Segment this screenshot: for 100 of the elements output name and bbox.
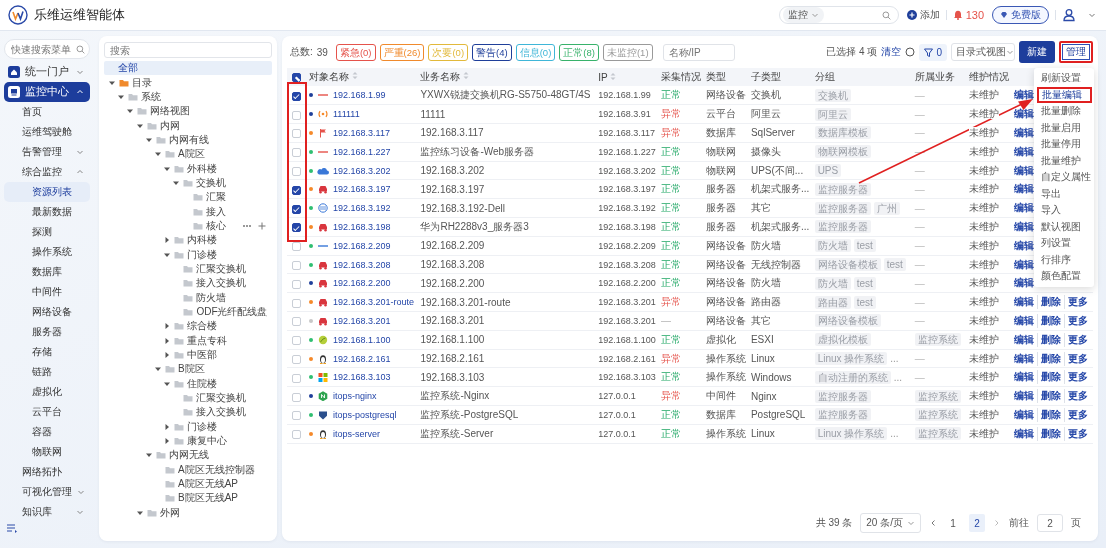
object-name-link[interactable]: 192.168.3.117 xyxy=(333,128,390,138)
edit-link[interactable]: 编辑 xyxy=(1014,332,1037,347)
edit-link[interactable]: 编辑 xyxy=(1014,238,1037,253)
tree-search-field[interactable]: 搜索 xyxy=(104,42,272,58)
row-checkbox[interactable] xyxy=(292,185,301,195)
delete-link[interactable]: 删除 xyxy=(1037,407,1064,422)
tree-node[interactable]: 接入交换机 xyxy=(104,276,272,291)
nav-item[interactable]: 资源列表 xyxy=(4,182,90,202)
delete-link[interactable]: 删除 xyxy=(1037,351,1064,366)
more-link[interactable]: 更多 xyxy=(1064,407,1091,422)
delete-link[interactable]: 删除 xyxy=(1037,295,1064,310)
nav-item[interactable]: 可视化管理 xyxy=(4,482,90,502)
edit-link[interactable]: 编辑 xyxy=(1014,407,1037,422)
next-page-button[interactable] xyxy=(993,519,1001,527)
tree-node[interactable]: A院区 xyxy=(104,147,272,162)
filter-chip[interactable]: 警告(4) xyxy=(472,43,512,61)
edit-link[interactable]: 编辑 xyxy=(1014,126,1037,140)
object-name-link[interactable]: 192.168.2.200 xyxy=(333,278,391,289)
tree-node[interactable]: 防火墙 xyxy=(104,290,272,305)
tree-node[interactable]: 汇聚交换机 xyxy=(104,261,272,277)
nav-item[interactable]: 中间件 xyxy=(4,282,90,302)
manage-button[interactable]: 管理 xyxy=(1059,41,1093,63)
sort-icon[interactable] xyxy=(610,71,617,81)
nav-item[interactable]: 最新数据 xyxy=(4,202,90,222)
nav-item[interactable]: 探测 xyxy=(4,222,90,242)
edit-link[interactable]: 编辑 xyxy=(1014,163,1037,178)
alarm-button[interactable]: 130 xyxy=(952,9,984,21)
delete-link[interactable]: 删除 xyxy=(1037,389,1064,404)
tree-node[interactable]: 门诊楼 xyxy=(104,247,272,262)
tree-node[interactable]: 门诊楼 xyxy=(104,419,272,434)
nav-item[interactable]: 服务器 xyxy=(4,322,90,342)
more-link[interactable]: 更多 xyxy=(1064,332,1091,347)
edit-link[interactable]: 编辑 xyxy=(1014,257,1037,272)
nav-item[interactable]: 首页 xyxy=(4,102,90,122)
sort-icon[interactable] xyxy=(351,71,358,80)
page-size-select[interactable]: 20 条/页 xyxy=(860,513,921,533)
circle-icon[interactable] xyxy=(905,47,916,57)
menu-item[interactable]: 默认视图 xyxy=(1034,218,1094,235)
tree-node[interactable]: ODF光纤配线盘 xyxy=(104,304,272,320)
tree-node[interactable]: 系统 xyxy=(104,89,272,105)
user-menu-button[interactable] xyxy=(1062,8,1096,22)
object-name-link[interactable]: 192.168.2.161 xyxy=(333,353,391,364)
select-all-checkbox[interactable] xyxy=(292,73,301,83)
edition-badge[interactable]: 免费版 xyxy=(992,6,1049,24)
nav-item[interactable]: 链路 xyxy=(4,362,90,382)
menu-item[interactable]: 批量维护 xyxy=(1034,152,1094,169)
delete-link[interactable]: 删除 xyxy=(1037,426,1064,441)
edit-link[interactable]: 编辑 xyxy=(1014,313,1037,328)
more-link[interactable]: 更多 xyxy=(1064,295,1091,310)
object-name-link[interactable]: 192.168.3.198 xyxy=(333,221,391,232)
object-name-link[interactable]: 192.168.1.100 xyxy=(333,334,391,345)
tree-node[interactable]: 内科楼 xyxy=(104,233,272,248)
name-ip-search-field[interactable]: 名称/IP xyxy=(662,43,735,61)
edit-link[interactable]: 编辑 xyxy=(1014,201,1037,216)
nav-item[interactable]: 物联网 xyxy=(4,442,90,462)
tree-node[interactable]: 内网有线 xyxy=(104,132,272,148)
menu-item[interactable]: 导出 xyxy=(1034,185,1094,202)
menu-item[interactable]: 批量编辑 xyxy=(1037,86,1092,103)
tree-node[interactable]: 中医部 xyxy=(104,347,272,363)
object-name-link[interactable]: 111111 xyxy=(333,109,360,120)
object-name-link[interactable]: itops-nginx xyxy=(333,391,377,402)
nav-item[interactable]: 云平台 xyxy=(4,402,90,422)
tree-node[interactable]: 汇聚 xyxy=(104,190,272,205)
row-checkbox[interactable] xyxy=(292,91,301,101)
nav-item[interactable]: 监控中心 xyxy=(4,82,90,102)
filter-button[interactable]: 0 xyxy=(919,43,947,61)
object-name-link[interactable]: itops-postgresql xyxy=(333,409,397,420)
object-name-link[interactable]: 192.168.3.201 xyxy=(333,315,391,326)
menu-item[interactable]: 列设置 xyxy=(1034,235,1094,252)
nav-item[interactable]: 容器 xyxy=(4,422,90,442)
edit-link[interactable]: 编辑 xyxy=(1014,107,1037,122)
more-link[interactable]: 更多 xyxy=(1064,389,1091,404)
tree-node[interactable]: 重点专科 xyxy=(104,333,272,348)
object-name-link[interactable]: itops-server xyxy=(333,428,380,439)
plus-icon[interactable] xyxy=(258,221,266,230)
tree-node[interactable]: 网络视图 xyxy=(104,104,272,119)
page-button[interactable]: 2 xyxy=(969,514,985,532)
menu-item[interactable]: 批量删除 xyxy=(1034,103,1094,120)
nav-item[interactable]: 知识库 xyxy=(4,502,90,522)
nav-item[interactable]: 综合监控 xyxy=(4,162,90,182)
object-name-link[interactable]: 192.168.1.227 xyxy=(333,146,391,157)
clear-link[interactable]: 清空 xyxy=(881,45,902,59)
edit-link[interactable]: 编辑 xyxy=(1014,88,1037,103)
nav-item[interactable]: 存储 xyxy=(4,342,90,362)
object-name-link[interactable]: 192.168.3.208 xyxy=(333,259,391,270)
object-name-link[interactable]: 192.168.3.197 xyxy=(333,184,391,195)
menu-item[interactable]: 刷新设置 xyxy=(1034,70,1094,87)
nav-item[interactable]: 虚拟化 xyxy=(4,382,90,402)
tree-node[interactable]: B院区 xyxy=(104,362,272,377)
menu-search-field[interactable]: 快速搜索菜单 xyxy=(4,39,90,59)
filter-chip[interactable]: 紧急(0) xyxy=(335,43,376,61)
view-select[interactable]: 目录式视图 xyxy=(951,43,1015,61)
more-link[interactable]: 更多 xyxy=(1064,426,1091,441)
tree-node[interactable]: 汇聚交换机 xyxy=(104,390,272,406)
tree-node[interactable]: 内网无线 xyxy=(104,448,272,463)
goto-page-field[interactable]: 2 xyxy=(1037,514,1063,532)
tree-node[interactable]: A院区无线AP xyxy=(104,476,272,492)
delete-link[interactable]: 删除 xyxy=(1037,370,1064,385)
page-button[interactable]: 1 xyxy=(945,514,961,532)
object-name-link[interactable]: 192.168.3.201-route xyxy=(333,297,415,308)
